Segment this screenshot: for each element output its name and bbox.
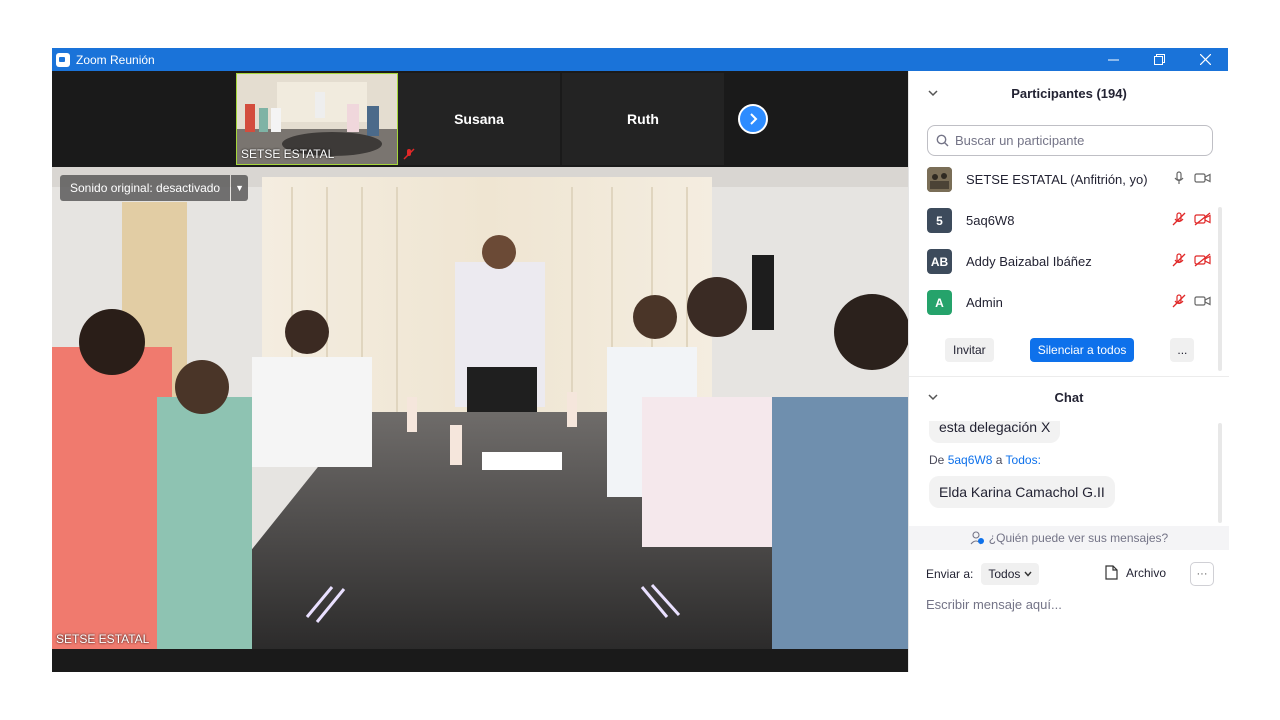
participants-header: Participantes (194)	[909, 73, 1229, 113]
close-icon	[1199, 54, 1211, 65]
participant-thumbnail-ruth[interactable]: Ruth	[562, 73, 724, 165]
avatar: AB	[927, 249, 952, 274]
avatar: A	[927, 290, 952, 315]
chevron-right-icon	[750, 113, 758, 125]
participant-search-input[interactable]: Buscar un participante	[927, 125, 1213, 156]
window-controls	[1090, 48, 1228, 71]
mic-muted-icon[interactable]	[1172, 253, 1186, 267]
participant-row[interactable]: A Admin	[909, 282, 1221, 323]
original-sound-label: Sonido original: desactivado	[60, 175, 231, 201]
video-off-icon[interactable]	[1194, 212, 1211, 226]
video-camera-icon[interactable]	[1194, 171, 1211, 185]
chat-message-bubble: Elda Karina Camachol G.II	[929, 476, 1115, 508]
send-to-row: Enviar a: Todos	[926, 563, 1039, 585]
participant-name: Addy Baizabal Ibáñez	[966, 254, 1092, 269]
zoom-logo-icon	[56, 52, 70, 67]
who-can-see-label: ¿Quién puede ver sus mensajes?	[988, 531, 1169, 545]
participant-name: Ruth	[627, 111, 659, 127]
next-page-button[interactable]	[738, 104, 768, 134]
original-sound-toggle[interactable]: Sonido original: desactivado ▼	[60, 175, 249, 201]
invite-button[interactable]: Invitar	[945, 338, 994, 362]
more-options-button[interactable]: ...	[1170, 338, 1195, 362]
participant-name: SETSE ESTATAL (Anfitrión, yo)	[966, 172, 1148, 187]
video-off-icon[interactable]	[1194, 253, 1211, 267]
title-bar: Zoom Reunión	[52, 48, 1228, 71]
meeting-room-video-image	[52, 167, 908, 649]
window-title: Zoom Reunión	[76, 52, 155, 67]
recipient-link[interactable]: Todos:	[1006, 453, 1041, 467]
search-placeholder: Buscar un participante	[955, 133, 1085, 148]
chat-messages: esta delegación X De 5aq6W8 a Todos: Eld…	[909, 421, 1221, 526]
participant-list: SETSE ESTATAL (Anfitrión, yo) 5 5aq6W8 A…	[909, 159, 1221, 323]
mic-muted-icon[interactable]	[1172, 294, 1186, 308]
chat-message-meta: De 5aq6W8 a Todos:	[929, 453, 1041, 467]
chat-message-bubble: esta delegación X	[929, 421, 1061, 443]
restore-button[interactable]	[1136, 48, 1182, 71]
participant-row[interactable]: AB Addy Baizabal Ibáñez	[909, 241, 1221, 282]
sender-link[interactable]: 5aq6W8	[948, 453, 993, 467]
chat-message-input[interactable]: Escribir mensaje aquí...	[926, 597, 1062, 612]
user-privacy-icon	[970, 531, 984, 545]
video-camera-icon[interactable]	[1194, 294, 1211, 308]
thumbnail-strip: SETSE ESTATAL Susana Ruth	[52, 71, 908, 167]
side-panel: Participantes (194) Buscar un participan…	[908, 71, 1229, 672]
meta-mid: a	[995, 453, 1003, 467]
participant-name: Susana	[454, 111, 504, 127]
main-video: Sonido original: desactivado ▼ SETSE EST…	[52, 167, 908, 649]
who-can-see-messages[interactable]: ¿Quién puede ver sus mensajes?	[909, 526, 1229, 550]
self-thumbnail-label: SETSE ESTATAL	[241, 147, 335, 161]
chevron-down-icon[interactable]	[927, 391, 939, 403]
search-icon	[936, 134, 949, 147]
file-icon	[1105, 565, 1118, 580]
mute-all-button[interactable]: Silenciar a todos	[1029, 338, 1135, 362]
mic-muted-icon	[403, 148, 415, 160]
self-video-thumbnail[interactable]: SETSE ESTATAL	[236, 73, 398, 165]
send-to-label: Enviar a:	[926, 567, 974, 581]
send-to-value: Todos	[988, 567, 1021, 581]
mic-muted-icon[interactable]	[1172, 212, 1186, 226]
minimize-icon	[1107, 59, 1119, 61]
chevron-down-icon	[1024, 571, 1032, 577]
minimize-button[interactable]	[1090, 48, 1136, 71]
chat-more-button[interactable]: ···	[1190, 562, 1214, 586]
zoom-window: Zoom Reunión SETSE ESTATAL Susana Ruth S…	[52, 48, 1229, 672]
microphone-icon[interactable]	[1172, 171, 1186, 185]
meta-prefix: De	[929, 453, 945, 467]
chat-scrollbar[interactable]	[1218, 423, 1222, 523]
chat-header: Chat	[909, 377, 1229, 417]
avatar	[927, 167, 952, 192]
restore-icon	[1153, 54, 1165, 65]
avatar: 5	[927, 208, 952, 233]
participant-row[interactable]: 5 5aq6W8	[909, 200, 1221, 241]
participants-scrollbar[interactable]	[1218, 207, 1222, 371]
avatar-photo	[927, 167, 952, 192]
main-video-label: SETSE ESTATAL	[56, 632, 150, 646]
participant-row[interactable]: SETSE ESTATAL (Anfitrión, yo)	[909, 159, 1221, 200]
participant-thumbnail-susana[interactable]: Susana	[398, 73, 560, 165]
participant-name: Admin	[966, 295, 1003, 310]
chevron-down-icon[interactable]	[927, 87, 939, 99]
participants-title: Participantes (194)	[1011, 85, 1127, 101]
chat-title: Chat	[1054, 389, 1084, 405]
participant-name: 5aq6W8	[966, 213, 1015, 228]
video-area: SETSE ESTATAL Susana Ruth Sonido origina…	[52, 71, 908, 672]
file-label: Archivo	[1126, 565, 1167, 580]
close-button[interactable]	[1182, 48, 1228, 71]
chevron-down-icon[interactable]: ▼	[231, 175, 249, 201]
send-to-select[interactable]: Todos	[981, 563, 1039, 585]
file-button[interactable]: Archivo	[1105, 565, 1166, 580]
participant-actions: Invitar Silenciar a todos ...	[945, 338, 1195, 362]
